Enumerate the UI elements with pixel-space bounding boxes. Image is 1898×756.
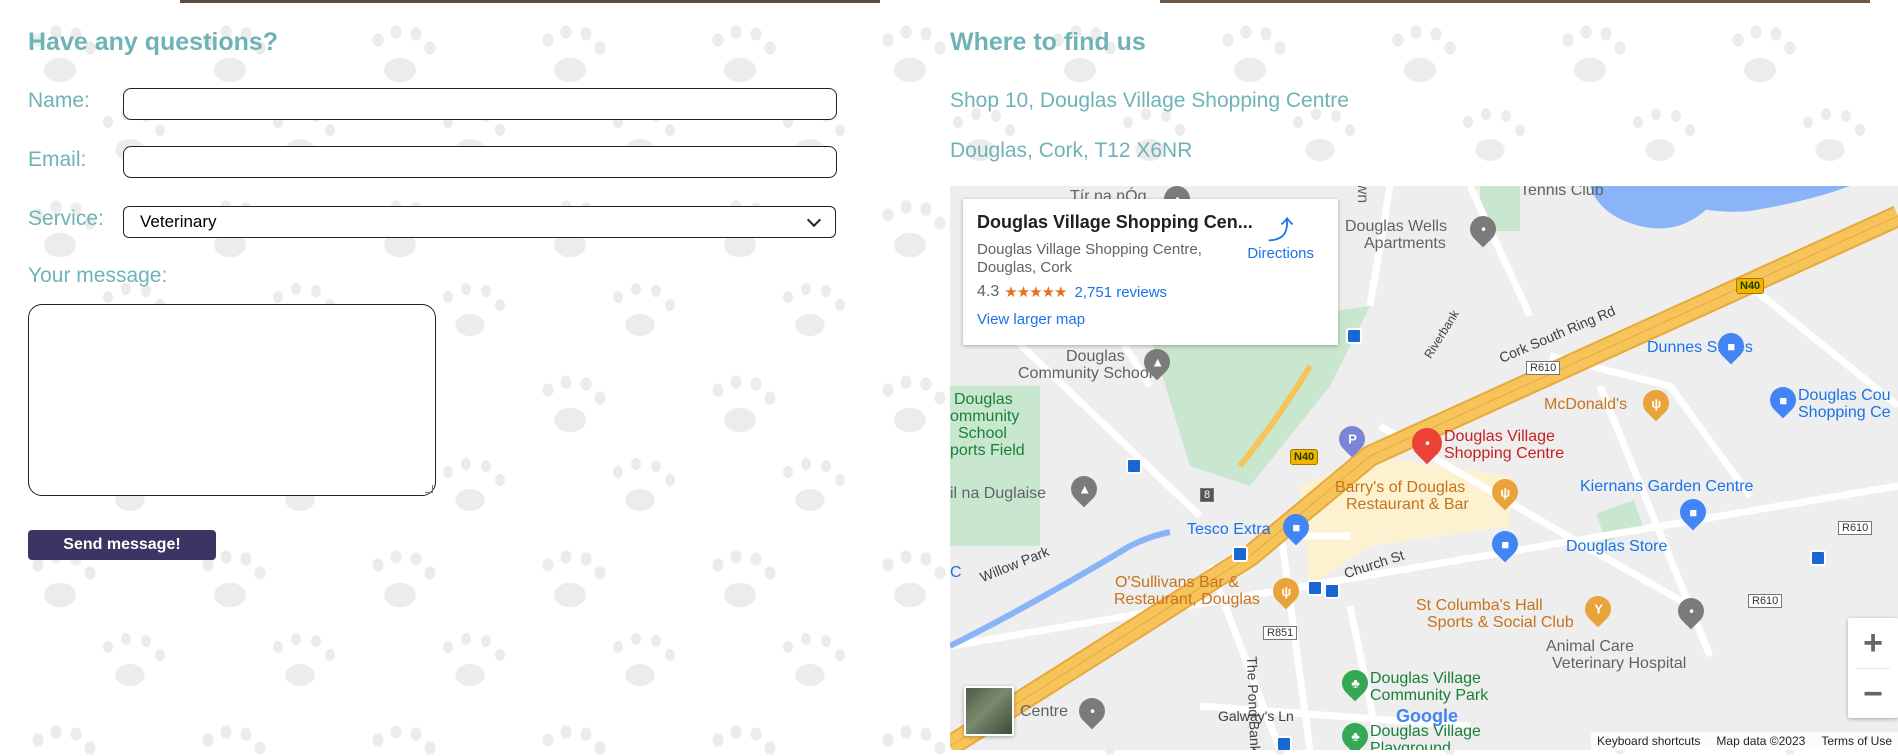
map-label: Shopping Ce: [1798, 404, 1891, 421]
map-label: The Pond Bank: [1244, 656, 1264, 750]
road-shield-n40: N40: [1736, 278, 1765, 294]
map-data-credit: Map data ©2023: [1716, 734, 1806, 748]
zoom-out-button[interactable]: −: [1848, 669, 1898, 719]
road-shield-8: 8: [1200, 488, 1215, 502]
reviews-link[interactable]: 2,751 reviews: [1075, 284, 1168, 301]
road-shield-r610: R610: [1526, 361, 1561, 375]
star-rating-icon: ★★★★★: [1004, 284, 1067, 301]
map-label: Community Park: [1370, 687, 1489, 704]
place-info-card: Douglas Village Shopping Cen... Douglas …: [963, 199, 1338, 345]
map-label: St Columba's Hall: [1416, 597, 1543, 614]
road-shield-n40: N40: [1290, 449, 1319, 465]
header-image-strip: [0, 0, 1898, 3]
map-label: Tennis Club: [1520, 186, 1604, 199]
map-label: Playground: [1370, 740, 1451, 750]
bus-icon[interactable]: [1276, 736, 1292, 750]
map-label: ports Field: [950, 442, 1025, 459]
map-label: Douglas Store: [1566, 538, 1668, 555]
map-label: Douglas: [954, 391, 1013, 408]
directions-icon: ⤴: [1267, 215, 1294, 245]
map-label: Douglas Village: [1370, 670, 1481, 687]
map-label: McDonald's: [1544, 396, 1628, 413]
map-label: Community School: [1018, 365, 1153, 382]
directions-button[interactable]: ⤴ Directions: [1247, 215, 1314, 262]
map-label: Restaurant & Bar: [1346, 496, 1469, 513]
road-shield-r851: R851: [1263, 626, 1298, 640]
email-label: Email:: [28, 148, 87, 171]
map-label: Kiernans Garden Centre: [1580, 478, 1754, 495]
place-rating-row: 4.3 ★★★★★ 2,751 reviews: [977, 283, 1324, 301]
address-line-2: Douglas, Cork, T12 X6NR: [950, 139, 1193, 162]
rating-value: 4.3: [977, 283, 1000, 300]
message-textarea[interactable]: [28, 304, 436, 496]
directions-label: Directions: [1247, 245, 1314, 262]
zoom-controls: + −: [1848, 618, 1898, 718]
service-select[interactable]: Veterinary: [123, 206, 836, 238]
map-label: Douglas: [1066, 348, 1125, 365]
chevron-down-icon: [806, 212, 822, 227]
view-larger-map-link[interactable]: View larger map: [977, 311, 1324, 328]
map-label: Restaurant, Douglas: [1114, 591, 1260, 608]
map-label: Animal Care: [1546, 638, 1635, 655]
embedded-map[interactable]: N40 N40 R610 R610 R610 R851 8 Tír na nÓg…: [950, 186, 1898, 750]
map-label: C: [950, 564, 962, 581]
google-logo-text: Google: [1396, 706, 1458, 726]
map-label: Shopping Centre: [1444, 445, 1565, 462]
zoom-in-button[interactable]: +: [1848, 618, 1898, 668]
road-shield-r610: R610: [1838, 521, 1873, 535]
map-label: Douglas Village: [1444, 428, 1555, 445]
service-label: Service:: [28, 207, 104, 230]
map-attribution: Keyboard shortcuts Map data ©2023 Terms …: [1591, 732, 1898, 750]
map-label: Veterinary Hospital: [1552, 655, 1687, 672]
satellite-layer-toggle[interactable]: [964, 686, 1014, 736]
bus-icon[interactable]: [1232, 546, 1248, 562]
map-label: Tesco Extra: [1187, 521, 1271, 538]
map-label: ommunity: [950, 408, 1020, 425]
name-label: Name:: [28, 89, 90, 112]
road-shield-r610: R610: [1748, 594, 1783, 608]
map-label: Douglas Wells: [1345, 218, 1447, 235]
map-label: Centre: [1020, 703, 1069, 720]
bus-icon[interactable]: [1346, 328, 1362, 344]
map-label: School: [958, 425, 1007, 442]
map-label: Barry's of Douglas: [1335, 479, 1466, 496]
bus-icon[interactable]: [1126, 458, 1142, 474]
send-message-button[interactable]: Send message!: [28, 530, 216, 560]
google-logo: Google: [1396, 706, 1458, 727]
map-label: Douglas Cou: [1798, 387, 1891, 404]
bus-icon[interactable]: [1324, 583, 1340, 599]
map-label: O'Sullivans Bar &: [1115, 574, 1239, 591]
terms-of-use-link[interactable]: Terms of Use: [1821, 734, 1892, 748]
contact-heading: Have any questions?: [28, 28, 279, 56]
service-selected-value: Veterinary: [140, 212, 217, 231]
message-label: Your message:: [28, 264, 168, 287]
map-label: Apartments: [1364, 235, 1446, 252]
address-line-1: Shop 10, Douglas Village Shopping Centre: [950, 89, 1349, 112]
bus-icon[interactable]: [1307, 580, 1323, 596]
resize-grip-icon[interactable]: [425, 485, 433, 493]
bus-icon[interactable]: [1810, 550, 1826, 566]
keyboard-shortcuts-link[interactable]: Keyboard shortcuts: [1597, 734, 1700, 748]
map-label: Sports & Social Club: [1427, 614, 1574, 631]
map-label: Galway's Ln: [1218, 708, 1294, 724]
map-label: awn: [1354, 186, 1372, 204]
email-input[interactable]: [123, 146, 837, 178]
name-input[interactable]: [123, 88, 837, 120]
location-heading: Where to find us: [950, 28, 1146, 56]
map-label: il na Duglaise: [950, 485, 1047, 502]
